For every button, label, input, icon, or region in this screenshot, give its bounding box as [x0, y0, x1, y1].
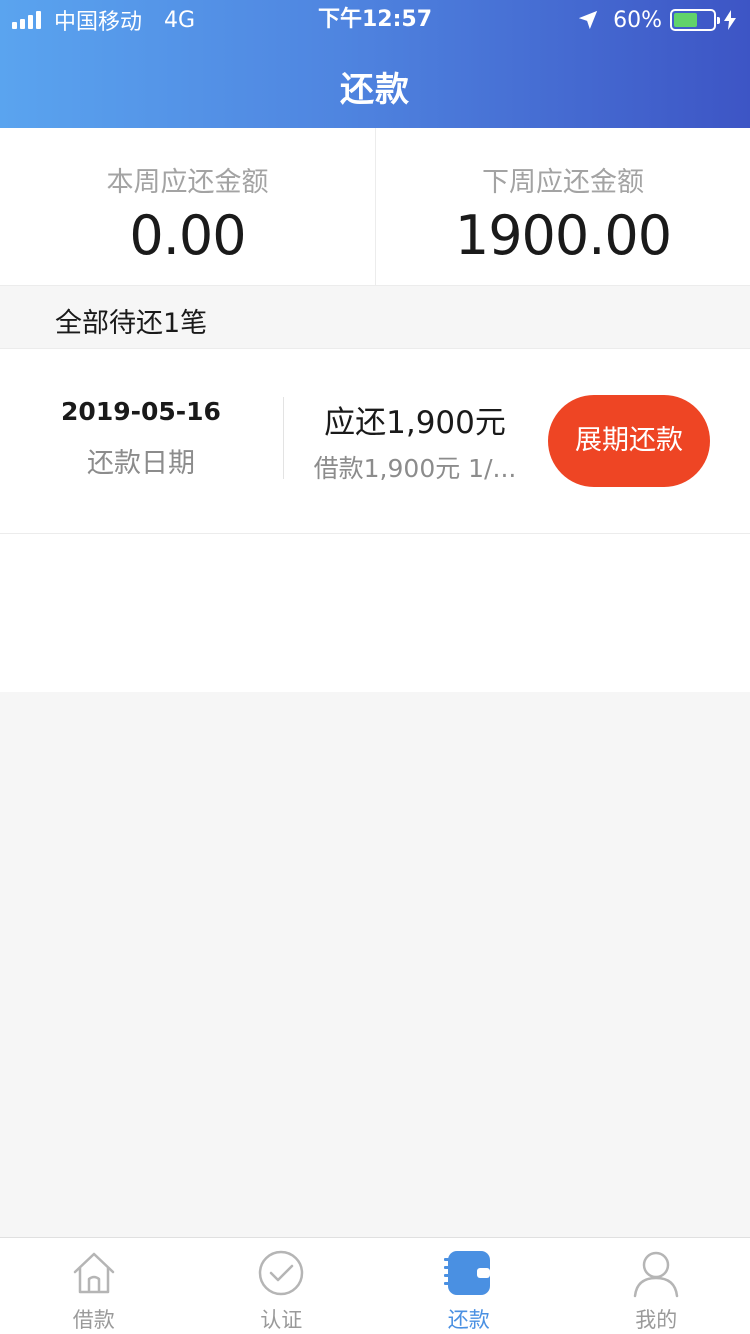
home-icon	[73, 1252, 114, 1294]
amount-due: 应还1,900元	[324, 405, 506, 441]
check-circle-icon	[259, 1250, 304, 1296]
wallet-icon	[443, 1251, 490, 1295]
repayment-summary: 本周应还金额 0.00 下周应还金额 1900.00	[0, 128, 750, 286]
this-week-label: 本周应还金额	[106, 167, 269, 198]
pending-section-header: 全部待还1笔	[0, 287, 750, 349]
tab-label: 我的	[635, 1308, 678, 1332]
tab-label: 认证	[260, 1308, 303, 1332]
repayment-date-label: 还款日期	[87, 448, 195, 479]
this-week-summary: 本周应还金额 0.00	[0, 128, 375, 285]
extend-repayment-button[interactable]: 展期还款	[548, 395, 710, 487]
status-bar: 中国移动 4G 下午12:57 60%	[0, 0, 750, 40]
list-item[interactable]: 2019-05-16 还款日期 应还1,900元 借款1,900元 1/... …	[0, 349, 750, 534]
header: 中国移动 4G 下午12:57 60% 还款	[0, 0, 750, 128]
page-title: 还款	[340, 70, 410, 110]
battery-percent: 60%	[613, 7, 662, 33]
tab-label: 借款	[72, 1308, 115, 1332]
repayment-list: 2019-05-16 还款日期 应还1,900元 借款1,900元 1/... …	[0, 349, 750, 692]
tab-bar: 借款 认证 还款 我的	[0, 1237, 750, 1334]
repayment-date: 2019-05-16	[61, 397, 221, 426]
tab-verify[interactable]: 认证	[188, 1238, 376, 1334]
tab-repay[interactable]: 还款	[375, 1238, 563, 1334]
item-divider	[283, 397, 284, 479]
charging-bolt-icon	[724, 10, 736, 30]
loan-info: 借款1,900元 1/...	[313, 454, 517, 483]
location-arrow-icon	[578, 10, 598, 30]
pending-count-title: 全部待还1笔	[55, 308, 208, 339]
next-week-label: 下周应还金额	[482, 167, 644, 198]
tab-label: 还款	[447, 1308, 490, 1332]
next-week-summary: 下周应还金额 1900.00	[375, 128, 750, 285]
user-icon	[634, 1251, 679, 1298]
battery-icon	[670, 9, 720, 31]
this-week-amount: 0.00	[129, 204, 246, 267]
tab-borrow[interactable]: 借款	[0, 1238, 188, 1334]
next-week-amount: 1900.00	[454, 204, 672, 267]
tab-mine[interactable]: 我的	[563, 1238, 750, 1334]
